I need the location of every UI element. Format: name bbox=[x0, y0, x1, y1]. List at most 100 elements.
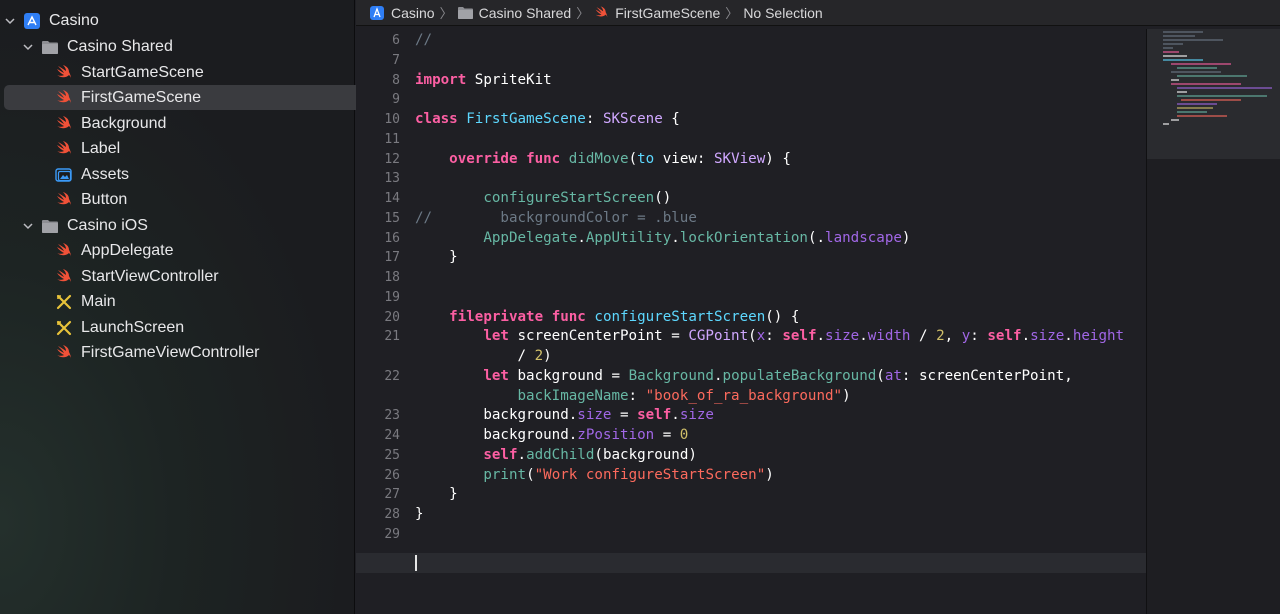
code-line[interactable]: AppDelegate.AppUtility.lockOrientation(.… bbox=[415, 230, 910, 246]
tree-row-assets[interactable]: Assets bbox=[4, 162, 393, 187]
breadcrumb-symbol[interactable]: No Selection bbox=[743, 5, 822, 21]
line-number: 24 bbox=[384, 428, 400, 443]
line-number: 7 bbox=[392, 52, 400, 68]
code-line[interactable]: class FirstGameScene: SKScene { bbox=[415, 111, 680, 127]
swift-file-icon bbox=[54, 89, 74, 107]
code-line[interactable]: // bbox=[415, 32, 432, 48]
folder-icon bbox=[40, 38, 60, 56]
chevron-down-icon[interactable] bbox=[4, 15, 16, 27]
minimap-line bbox=[1177, 67, 1217, 69]
file-label: LaunchScreen bbox=[81, 318, 185, 336]
tree-row-background[interactable]: Background bbox=[4, 111, 393, 136]
minimap-line bbox=[1171, 83, 1241, 85]
minimap-line bbox=[1171, 119, 1179, 121]
line-number: 23 bbox=[384, 408, 400, 424]
minimap[interactable] bbox=[1146, 29, 1280, 614]
line-number: 14 bbox=[384, 191, 400, 206]
minimap-line bbox=[1177, 95, 1267, 97]
file-label: Main bbox=[81, 292, 116, 310]
tree-row-casino-shared[interactable]: Casino Shared bbox=[4, 34, 361, 59]
project-navigator: Casino Casino Shared StartGameScene Firs… bbox=[0, 0, 393, 614]
code-line[interactable]: // backgroundColor = .blue bbox=[415, 210, 697, 226]
swift-file-icon bbox=[54, 268, 74, 286]
line-number: 12 bbox=[384, 151, 400, 167]
code-line[interactable]: let screenCenterPoint = CGPoint(x: self.… bbox=[415, 328, 1124, 344]
tree-row-project[interactable]: Casino bbox=[4, 8, 343, 33]
code-line[interactable]: configureStartScreen() bbox=[415, 190, 671, 206]
chevron-down-icon[interactable] bbox=[22, 220, 34, 232]
line-number: 26 bbox=[384, 467, 400, 483]
code-line[interactable]: / 2) bbox=[415, 348, 551, 364]
tree-row-label[interactable]: Label bbox=[4, 136, 393, 161]
file-label: Label bbox=[81, 139, 121, 157]
project-label: Casino bbox=[49, 11, 99, 29]
file-label: Background bbox=[81, 114, 167, 132]
file-label: StartViewController bbox=[81, 267, 219, 285]
minimap-line bbox=[1171, 79, 1179, 81]
breadcrumb-group[interactable]: Casino Shared bbox=[457, 4, 572, 21]
swift-file-icon bbox=[54, 344, 74, 362]
breadcrumb-label: FirstGameScene bbox=[615, 4, 721, 21]
chevron-down-icon[interactable] bbox=[22, 41, 34, 53]
minimap-line bbox=[1163, 31, 1203, 33]
code-line[interactable]: } bbox=[415, 506, 424, 522]
minimap-line bbox=[1177, 107, 1213, 109]
tree-row-appdelegate[interactable]: AppDelegate bbox=[4, 238, 393, 263]
line-number: 9 bbox=[392, 92, 400, 108]
minimap-line bbox=[1177, 75, 1247, 77]
jump-bar: Casino 〉 Casino Shared 〉 FirstGameScene … bbox=[356, 0, 1280, 26]
code-line[interactable]: background.size = self.size bbox=[415, 407, 714, 423]
breadcrumb-label: Casino Shared bbox=[478, 4, 572, 21]
minimap-line bbox=[1177, 103, 1217, 105]
minimap-line bbox=[1163, 123, 1169, 125]
tree-row-casino-ios[interactable]: Casino iOS bbox=[4, 213, 361, 238]
code-line[interactable]: let background = Background.populateBack… bbox=[415, 368, 1072, 384]
swift-file-icon bbox=[54, 64, 74, 82]
minimap-line bbox=[1171, 71, 1221, 73]
breadcrumb-project[interactable]: Casino bbox=[370, 5, 435, 21]
swift-file-icon bbox=[54, 115, 74, 133]
line-number: 19 bbox=[384, 289, 400, 305]
code-line[interactable]: fileprivate func configureStartScreen() … bbox=[415, 309, 799, 325]
minimap-line bbox=[1171, 63, 1231, 65]
code-line[interactable]: override func didMove(to view: SKView) { bbox=[415, 151, 791, 167]
tree-row-launchscreen[interactable]: LaunchScreen bbox=[4, 315, 393, 340]
file-label: FirstGameViewController bbox=[81, 343, 260, 361]
file-label: Assets bbox=[81, 165, 130, 183]
tree-row-startgamescene[interactable]: StartGameScene bbox=[4, 60, 393, 85]
file-label: AppDelegate bbox=[81, 241, 174, 259]
line-number: 15 bbox=[384, 210, 400, 226]
line-number: 28 bbox=[384, 507, 400, 522]
code-line[interactable]: import SpriteKit bbox=[415, 72, 552, 88]
storyboard-icon bbox=[54, 293, 74, 311]
code-line[interactable]: print("Work configureStartScreen") bbox=[415, 467, 773, 483]
folder-icon bbox=[40, 217, 60, 235]
tree-row-startviewcontroller[interactable]: StartViewController bbox=[4, 264, 393, 289]
breadcrumb-file[interactable]: FirstGameScene bbox=[594, 5, 720, 21]
swift-file-icon bbox=[54, 242, 74, 260]
swift-file-icon bbox=[594, 5, 609, 20]
code-line[interactable]: backImageName: "book_of_ra_background") bbox=[415, 388, 851, 404]
minimap-line bbox=[1163, 35, 1195, 37]
code-area[interactable]: 6 // 7 8 import SpriteKit 9 10 class FirstGameS… bbox=[356, 29, 1146, 614]
asset-catalog-icon bbox=[54, 166, 74, 184]
tree-row-firstgameviewcontroller[interactable]: FirstGameViewController bbox=[4, 340, 393, 365]
tree-row-firstgamescene[interactable]: FirstGameScene bbox=[4, 85, 393, 110]
line-number: 20 bbox=[384, 309, 400, 325]
tree-row-main[interactable]: Main bbox=[4, 289, 393, 314]
minimap-line bbox=[1163, 47, 1173, 49]
line-number: 13 bbox=[384, 171, 400, 187]
code-line[interactable]: background.zPosition = 0 bbox=[415, 427, 688, 443]
code-line[interactable]: } bbox=[415, 249, 458, 265]
line-number: 11 bbox=[384, 131, 400, 147]
line-number: 29 bbox=[384, 526, 400, 542]
tree-row-button[interactable]: Button bbox=[4, 187, 393, 212]
minimap-line bbox=[1163, 39, 1223, 41]
minimap-line bbox=[1163, 55, 1187, 57]
swift-file-icon bbox=[54, 140, 74, 158]
file-label: Button bbox=[81, 190, 128, 208]
code-line[interactable]: self.addChild(background) bbox=[415, 447, 697, 463]
source-editor: Casino 〉 Casino Shared 〉 FirstGameScene … bbox=[356, 0, 1280, 614]
code-line[interactable]: } bbox=[415, 486, 458, 502]
breadcrumb-label: Casino bbox=[391, 4, 435, 21]
